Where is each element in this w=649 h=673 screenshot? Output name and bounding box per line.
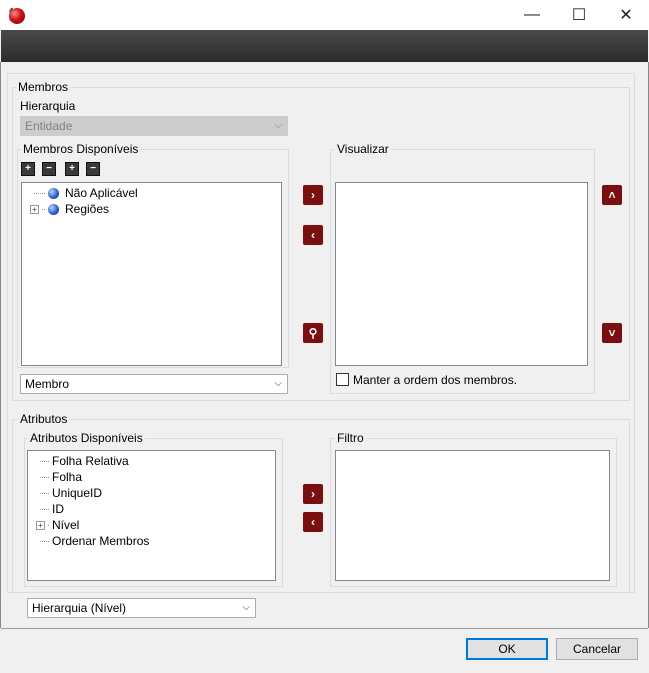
- chevron-down-icon: ⌵: [242, 602, 250, 613]
- attr-item[interactable]: Ordenar Membros: [40, 533, 149, 549]
- hierarquia-value: Entidade: [25, 119, 73, 133]
- member-sphere-icon: [48, 204, 59, 216]
- chevron-right-icon: ›: [311, 487, 315, 501]
- visualizar-legend: Visualizar: [335, 142, 391, 156]
- move-down-button[interactable]: ˅: [602, 323, 622, 343]
- tree-item-nao-aplicavel[interactable]: Não Aplicável: [34, 185, 138, 201]
- attr-item[interactable]: Folha Relativa: [40, 453, 129, 469]
- minimize-button[interactable]: —: [509, 0, 555, 30]
- collapse-node-icon[interactable]: −: [86, 162, 100, 176]
- add-attribute-button[interactable]: ›: [303, 484, 323, 504]
- atributos-disponiveis-tree[interactable]: Folha Relativa Folha UniqueID ID + Nível …: [27, 450, 276, 581]
- search-member-button[interactable]: ⚲: [303, 323, 323, 343]
- visualizar-list[interactable]: [335, 182, 588, 366]
- chevron-up-icon: ˄: [608, 188, 616, 202]
- member-sphere-icon: [48, 188, 59, 200]
- hierarquia-nivel-value: Hierarquia (Nível): [32, 601, 127, 615]
- chevron-down-icon: ˅: [608, 326, 616, 340]
- header-banner: [1, 30, 648, 62]
- expand-icon[interactable]: +: [36, 521, 45, 531]
- filtro-list[interactable]: [335, 450, 610, 581]
- tree-item-label: Não Aplicável: [65, 186, 138, 200]
- membros-disponiveis-legend: Membros Disponíveis: [21, 142, 141, 156]
- tree-item-regioes[interactable]: + Regiões: [30, 201, 109, 217]
- chevron-left-icon: ‹: [311, 515, 315, 529]
- dialog-title: Editar Dimensão: [39, 6, 182, 26]
- hierarquia-label: Hierarquia: [20, 99, 76, 113]
- manter-ordem-label: Manter a ordem dos membros.: [353, 373, 518, 387]
- collapse-all-icon[interactable]: −: [42, 162, 56, 176]
- attr-item[interactable]: ID: [40, 501, 64, 517]
- move-up-button[interactable]: ˄: [602, 185, 622, 205]
- filtro-legend: Filtro: [335, 431, 366, 445]
- remove-member-button[interactable]: ‹: [303, 225, 323, 245]
- hierarquia-nivel-select[interactable]: Hierarquia (Nível) ⌵: [27, 598, 256, 618]
- minimize-icon: —: [524, 6, 540, 23]
- maximize-button[interactable]: ☐: [556, 0, 602, 30]
- membros-disponiveis-tree[interactable]: Não Aplicável + Regiões: [21, 182, 282, 366]
- add-member-button[interactable]: ›: [303, 185, 323, 205]
- manter-ordem-checkbox[interactable]: [336, 373, 349, 386]
- atributos-legend: Atributos: [18, 412, 70, 426]
- chevron-right-icon: ›: [311, 188, 315, 202]
- chevron-down-icon: ⌵: [274, 120, 282, 131]
- expand-icon[interactable]: +: [30, 205, 39, 215]
- chevron-left-icon: ‹: [311, 228, 315, 242]
- cancel-button[interactable]: Cancelar: [556, 638, 638, 660]
- close-button[interactable]: ✕: [603, 0, 649, 30]
- membro-select[interactable]: Membro ⌵: [20, 374, 288, 394]
- attr-item[interactable]: Folha: [40, 469, 82, 485]
- expand-node-icon[interactable]: +: [65, 162, 79, 176]
- hierarquia-select[interactable]: Entidade ⌵: [20, 116, 288, 136]
- expand-all-icon[interactable]: +: [21, 162, 35, 176]
- maximize-icon: ☐: [571, 7, 587, 24]
- chevron-down-icon: ⌵: [274, 378, 282, 389]
- red-sphere-icon: [9, 8, 25, 24]
- remove-attribute-button[interactable]: ‹: [303, 512, 323, 532]
- membros-legend: Membros: [16, 80, 71, 94]
- tree-item-label: Regiões: [65, 202, 110, 216]
- footer-divider: [1, 628, 648, 629]
- ok-button[interactable]: OK: [466, 638, 548, 660]
- attr-item[interactable]: + Nível: [36, 517, 79, 533]
- attr-item[interactable]: UniqueID: [40, 485, 102, 501]
- membro-select-value: Membro: [25, 377, 70, 391]
- search-icon: ⚲: [308, 326, 318, 340]
- atributos-disponiveis-legend: Atributos Disponíveis: [28, 431, 145, 445]
- close-icon: ✕: [619, 7, 633, 24]
